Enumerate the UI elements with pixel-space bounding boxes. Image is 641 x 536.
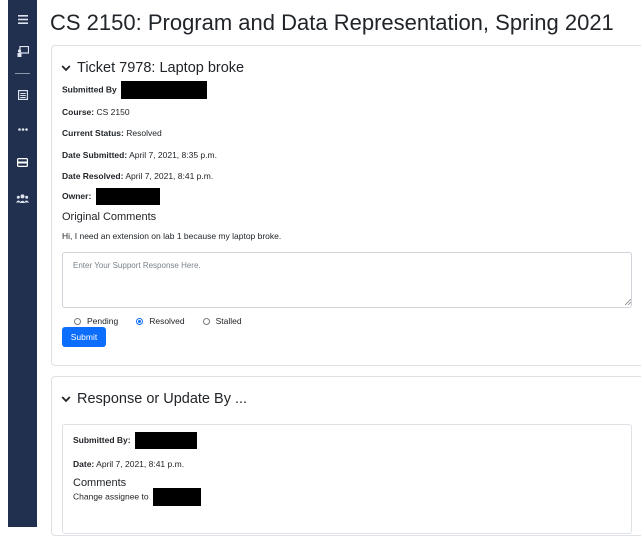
radio-resolved[interactable]: Resolved <box>136 316 185 326</box>
status-radio-group: Pending Resolved Stalled <box>74 316 242 326</box>
course-field: Course: CS 2150 <box>62 107 130 117</box>
radio-pending-control[interactable] <box>74 317 81 325</box>
date-submitted-value: April 7, 2021, 8:35 p.m. <box>129 150 217 160</box>
response-comments-body: Change assignee to <box>73 491 149 502</box>
redacted-owner <box>95 188 160 205</box>
submitted-by-field: Submitted By <box>62 81 208 99</box>
course-label: Course: <box>62 107 95 117</box>
date-resolved-label: Date Resolved: <box>62 171 124 181</box>
radio-stalled-control[interactable] <box>202 317 210 325</box>
response-card: Response or Update By ... Submitted By: … <box>51 376 641 536</box>
status-field: Current Status: Resolved <box>62 128 162 138</box>
ticket-header[interactable]: Ticket 7978: Laptop broke <box>61 60 244 76</box>
redacted-assignee <box>153 488 201 506</box>
redacted-submitter <box>121 81 208 99</box>
response-comments-text: Change assignee to <box>73 488 201 506</box>
status-value: Resolved <box>126 128 162 138</box>
radio-stalled[interactable]: Stalled <box>202 316 242 326</box>
response-date-label: Date: <box>73 459 95 469</box>
more-dots-icon[interactable] <box>8 122 37 136</box>
radio-pending[interactable]: Pending <box>74 316 118 326</box>
radio-pending-label: Pending <box>87 316 119 326</box>
course-value: CS 2150 <box>96 107 130 117</box>
submit-button[interactable]: Submit <box>62 327 106 347</box>
original-comments-text: Hi, I need an extension on lab 1 because… <box>62 231 282 241</box>
original-comments-title: Original Comments <box>62 211 157 223</box>
response-submitted-by-label: Submitted By: <box>73 434 131 445</box>
radio-resolved-label: Resolved <box>149 316 185 326</box>
resize-grip-icon[interactable] <box>625 299 631 305</box>
page-title: CS 2150: Program and Data Representation… <box>50 10 614 35</box>
response-title: Response or Update By ... <box>77 391 248 407</box>
response-date-field: Date: April 7, 2021, 8:41 p.m. <box>73 459 184 469</box>
date-resolved-value: April 7, 2021, 8:41 p.m. <box>125 171 214 181</box>
status-label: Current Status: <box>62 128 124 138</box>
response-header[interactable]: Response or Update By ... <box>61 391 247 407</box>
chevron-down-icon <box>61 396 71 403</box>
ticket-card-icon[interactable] <box>8 155 37 169</box>
radio-stalled-label: Stalled <box>215 316 242 326</box>
response-submitted-by-field: Submitted By: <box>73 432 197 449</box>
response-entry: Submitted By: Date: April 7, 2021, 8:41 … <box>62 424 632 534</box>
calendar-list-icon[interactable] <box>8 88 37 102</box>
sidebar <box>8 0 37 527</box>
owner-label: Owner: <box>62 190 92 201</box>
date-submitted-label: Date Submitted: <box>62 150 128 160</box>
hamburger-menu-icon[interactable] <box>8 12 37 26</box>
users-group-icon[interactable] <box>8 191 37 205</box>
ticket-card: Ticket 7978: Laptop broke Submitted By C… <box>51 45 641 366</box>
owner-field: Owner: <box>62 188 160 205</box>
date-submitted-field: Date Submitted: April 7, 2021, 8:35 p.m. <box>62 150 217 160</box>
sidebar-divider <box>15 73 30 74</box>
main-content: CS 2150: Program and Data Representation… <box>50 0 641 536</box>
radio-resolved-control[interactable] <box>136 317 144 325</box>
redacted-responder <box>135 432 197 449</box>
response-date-value: April 7, 2021, 8:41 p.m. <box>96 459 185 469</box>
chalkboard-teacher-icon[interactable] <box>8 44 37 58</box>
chevron-down-icon <box>61 65 71 72</box>
submitted-by-label: Submitted By <box>62 84 117 95</box>
support-response-textarea[interactable] <box>62 252 632 308</box>
ticket-title: Ticket 7978: Laptop broke <box>77 60 245 76</box>
date-resolved-field: Date Resolved: April 7, 2021, 8:41 p.m. <box>62 171 213 181</box>
